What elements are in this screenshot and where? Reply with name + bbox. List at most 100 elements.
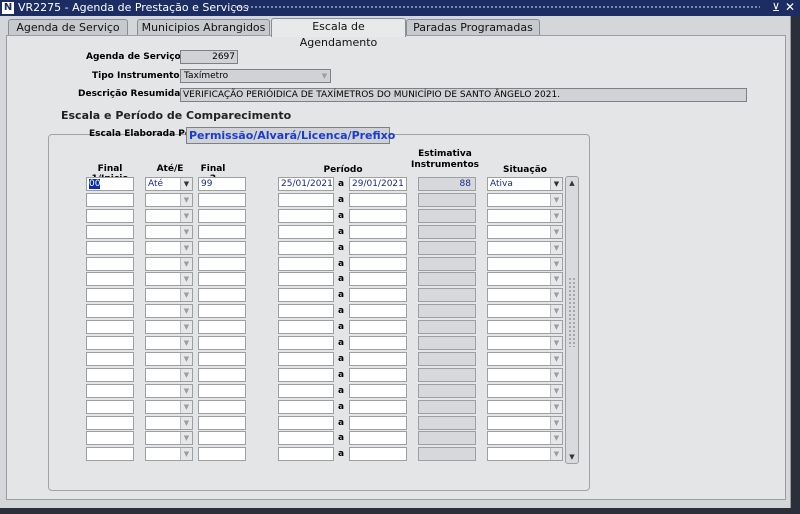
periodo-inicio-field[interactable] <box>278 368 334 382</box>
final2-field[interactable] <box>198 368 246 382</box>
ate-select[interactable]: ▼ <box>145 193 193 207</box>
estimativa-field[interactable] <box>418 384 476 398</box>
periodo-inicio-field[interactable] <box>278 400 334 414</box>
final2-field[interactable] <box>198 225 246 239</box>
periodo-fim-field[interactable] <box>349 384 407 398</box>
table-scrollbar[interactable]: ▲ ▼ <box>565 176 579 464</box>
final2-field[interactable] <box>198 336 246 350</box>
final1-field[interactable] <box>86 384 134 398</box>
final2-field[interactable] <box>198 384 246 398</box>
situacao-select[interactable]: ▼ <box>487 272 563 286</box>
final2-field[interactable] <box>198 304 246 318</box>
tab-agenda-servico[interactable]: Agenda de Serviço <box>8 19 128 36</box>
periodo-inicio-field[interactable] <box>278 447 334 461</box>
estimativa-field[interactable] <box>418 193 476 207</box>
situacao-select[interactable]: ▼ <box>487 447 563 461</box>
periodo-inicio-field[interactable] <box>278 225 334 239</box>
periodo-fim-field[interactable] <box>349 431 407 445</box>
ate-select[interactable]: ▼ <box>145 209 193 223</box>
estimativa-field[interactable] <box>418 304 476 318</box>
final2-field[interactable] <box>198 193 246 207</box>
ate-select[interactable]: Até ▼ <box>145 177 193 191</box>
ate-select[interactable]: ▼ <box>145 336 193 350</box>
situacao-select[interactable]: ▼ <box>487 225 563 239</box>
periodo-inicio-field[interactable] <box>278 431 334 445</box>
estimativa-field[interactable] <box>418 447 476 461</box>
final1-field[interactable] <box>86 368 134 382</box>
situacao-select[interactable]: ▼ <box>487 257 563 271</box>
periodo-inicio-field[interactable] <box>278 304 334 318</box>
final2-field[interactable] <box>198 416 246 430</box>
final1-field[interactable] <box>86 288 134 302</box>
ate-select[interactable]: ▼ <box>145 447 193 461</box>
periodo-inicio-field[interactable]: 25/01/2021 <box>278 177 334 191</box>
final1-field[interactable] <box>86 225 134 239</box>
estimativa-field[interactable] <box>418 225 476 239</box>
final1-field[interactable] <box>86 272 134 286</box>
periodo-inicio-field[interactable] <box>278 209 334 223</box>
final2-field[interactable] <box>198 431 246 445</box>
situacao-select[interactable]: ▼ <box>487 384 563 398</box>
final2-field[interactable] <box>198 447 246 461</box>
periodo-fim-field[interactable] <box>349 447 407 461</box>
situacao-select[interactable]: ▼ <box>487 336 563 350</box>
periodo-fim-field[interactable]: 29/01/2021 <box>349 177 407 191</box>
tab-municipios-abrangidos[interactable]: Municipios Abrangidos <box>137 19 270 36</box>
periodo-inicio-field[interactable] <box>278 384 334 398</box>
periodo-fim-field[interactable] <box>349 320 407 334</box>
agenda-servico-field[interactable]: 2697 <box>180 50 238 64</box>
estimativa-field[interactable] <box>418 400 476 414</box>
estimativa-field[interactable] <box>418 336 476 350</box>
periodo-inicio-field[interactable] <box>278 241 334 255</box>
final2-field[interactable]: 99 <box>198 177 246 191</box>
final2-field[interactable] <box>198 257 246 271</box>
situacao-select[interactable]: ▼ <box>487 352 563 366</box>
final1-field[interactable] <box>86 320 134 334</box>
final1-field[interactable] <box>86 209 134 223</box>
estimativa-field[interactable] <box>418 431 476 445</box>
final1-field[interactable] <box>86 447 134 461</box>
ate-select[interactable]: ▼ <box>145 272 193 286</box>
estimativa-field[interactable] <box>418 352 476 366</box>
scroll-up-icon[interactable]: ▲ <box>567 178 577 188</box>
periodo-inicio-field[interactable] <box>278 320 334 334</box>
final1-field[interactable] <box>86 336 134 350</box>
final1-field[interactable] <box>86 193 134 207</box>
periodo-fim-field[interactable] <box>349 241 407 255</box>
minimize-button[interactable]: ⊻ <box>772 0 780 15</box>
situacao-select[interactable]: ▼ <box>487 288 563 302</box>
final1-field[interactable] <box>86 352 134 366</box>
estimativa-field[interactable] <box>418 209 476 223</box>
periodo-fim-field[interactable] <box>349 352 407 366</box>
final2-field[interactable] <box>198 352 246 366</box>
ate-select[interactable]: ▼ <box>145 384 193 398</box>
final2-field[interactable] <box>198 209 246 223</box>
estimativa-field[interactable] <box>418 368 476 382</box>
periodo-fim-field[interactable] <box>349 225 407 239</box>
periodo-inicio-field[interactable] <box>278 257 334 271</box>
periodo-inicio-field[interactable] <box>278 288 334 302</box>
periodo-inicio-field[interactable] <box>278 193 334 207</box>
situacao-select[interactable]: ▼ <box>487 400 563 414</box>
periodo-fim-field[interactable] <box>349 257 407 271</box>
ate-select[interactable]: ▼ <box>145 431 193 445</box>
ate-select[interactable]: ▼ <box>145 304 193 318</box>
situacao-select[interactable]: Ativa ▼ <box>487 177 563 191</box>
final2-field[interactable] <box>198 320 246 334</box>
periodo-fim-field[interactable] <box>349 400 407 414</box>
final2-field[interactable] <box>198 400 246 414</box>
periodo-inicio-field[interactable] <box>278 416 334 430</box>
periodo-fim-field[interactable] <box>349 336 407 350</box>
descricao-resumida-field[interactable]: VERIFICAÇÃO PERIÓIDICA DE TAXÍMETROS DO … <box>180 88 747 102</box>
ate-select[interactable]: ▼ <box>145 352 193 366</box>
final1-field[interactable] <box>86 257 134 271</box>
final2-field[interactable] <box>198 288 246 302</box>
estimativa-field[interactable] <box>418 288 476 302</box>
situacao-select[interactable]: ▼ <box>487 193 563 207</box>
ate-select[interactable]: ▼ <box>145 288 193 302</box>
situacao-select[interactable]: ▼ <box>487 209 563 223</box>
ate-select[interactable]: ▼ <box>145 368 193 382</box>
periodo-fim-field[interactable] <box>349 368 407 382</box>
estimativa-field[interactable]: 88 <box>418 177 476 191</box>
final1-field[interactable] <box>86 400 134 414</box>
